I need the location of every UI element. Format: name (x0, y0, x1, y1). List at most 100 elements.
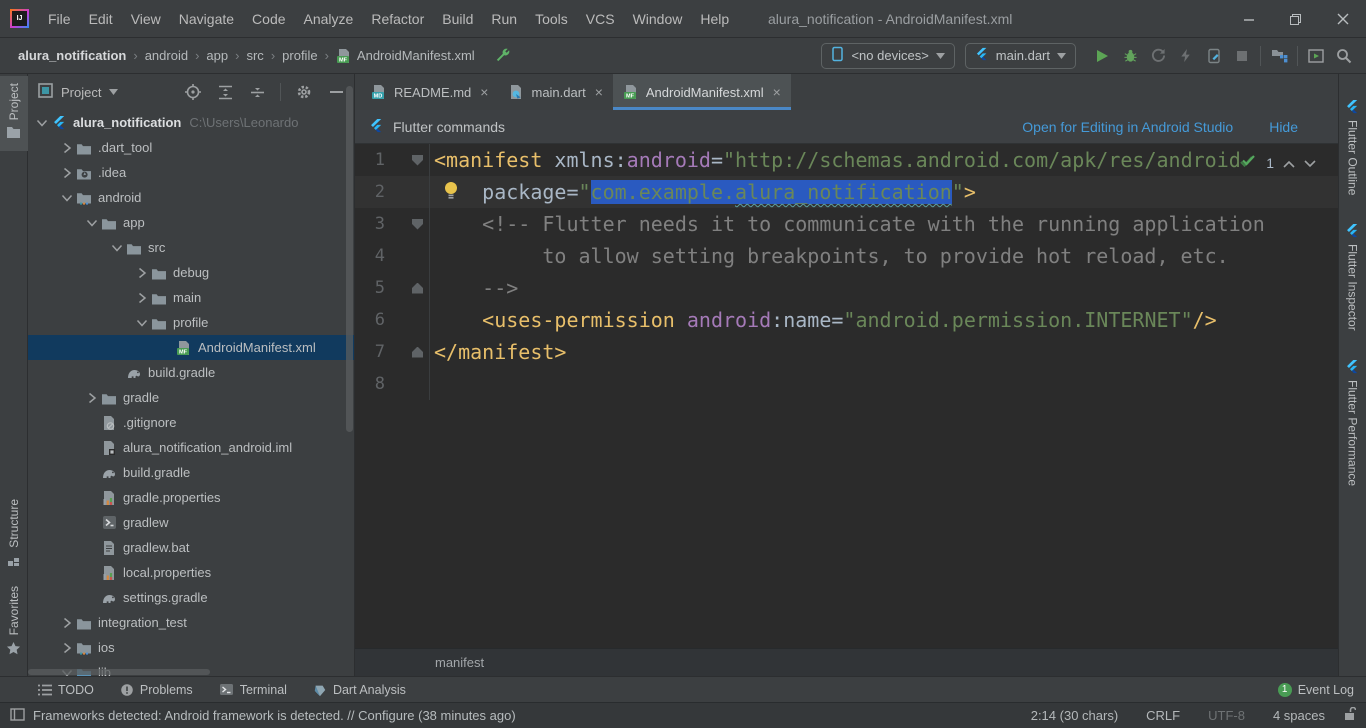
menu-view[interactable]: View (122, 0, 170, 38)
tab-androidmanifest-xml[interactable]: MFAndroidManifest.xml× (613, 74, 791, 110)
gutter[interactable]: 6 (355, 304, 430, 336)
stripe-tab-structure[interactable]: Structure (0, 492, 28, 579)
tree-row-local-properties[interactable]: local.properties (28, 560, 354, 585)
hide-panel-icon[interactable] (324, 80, 348, 104)
code-line-8[interactable]: 8 (355, 368, 1338, 400)
menu-analyze[interactable]: Analyze (295, 0, 363, 38)
fold-marker-icon[interactable] (412, 219, 423, 230)
breadcrumb-file[interactable]: MFAndroidManifest.xml (332, 46, 479, 66)
toolwindow-toggle-icon[interactable] (10, 708, 25, 724)
tree-row-src[interactable]: src (28, 235, 354, 260)
profiler-button[interactable] (1144, 43, 1172, 69)
caret-position[interactable]: 2:14 (30 chars) (1021, 708, 1128, 723)
code-editor[interactable]: 1 1<manifest xmlns:android="http://schem… (355, 144, 1338, 648)
tree-row-android[interactable]: android (28, 185, 354, 210)
fold-marker-icon[interactable] (412, 155, 423, 166)
breadcrumb-android[interactable]: android (141, 46, 192, 65)
gutter[interactable]: 1 (355, 144, 430, 176)
expand-all-icon[interactable] (213, 80, 237, 104)
tree-row-androidmanifest-xml[interactable]: MFAndroidManifest.xml (28, 335, 354, 360)
fold-marker-icon[interactable] (412, 347, 423, 358)
tree-row-gitignore[interactable]: .gitignore (28, 410, 354, 435)
chevron-down-icon[interactable] (33, 115, 50, 131)
toolwindow-terminal[interactable]: Terminal (219, 683, 287, 697)
chevron-down-icon[interactable] (83, 215, 100, 231)
locate-file-icon[interactable] (181, 80, 205, 104)
gutter[interactable]: 8 (355, 368, 430, 400)
debug-button[interactable] (1116, 43, 1144, 69)
menu-edit[interactable]: Edit (80, 0, 122, 38)
gutter[interactable]: 4 (355, 240, 430, 272)
breadcrumb-alura-notification[interactable]: alura_notification (14, 46, 130, 65)
tree-row-gradle-properties[interactable]: gradle.properties (28, 485, 354, 510)
toolwindow-problems[interactable]: Problems (120, 683, 193, 697)
project-structure-icon[interactable] (1265, 43, 1293, 69)
close-tab-icon[interactable]: × (480, 84, 488, 100)
breadcrumb-profile[interactable]: profile (278, 46, 321, 65)
project-panel-title[interactable]: Project (61, 85, 101, 100)
indent-setting[interactable]: 4 spaces (1263, 708, 1335, 723)
menu-help[interactable]: Help (691, 0, 738, 38)
menu-refactor[interactable]: Refactor (362, 0, 433, 38)
code-line-7[interactable]: 7</manifest> (355, 336, 1338, 368)
tree-row-alura-notification[interactable]: alura_notificationC:\Users\Leonardo (28, 110, 354, 135)
run-anything-icon[interactable] (1302, 43, 1330, 69)
tree-row-settings-gradle[interactable]: settings.gradle (28, 585, 354, 610)
editor-breadcrumb[interactable]: manifest (355, 648, 1338, 676)
flutter-wrench-icon[interactable] (489, 43, 517, 69)
intention-bulb-icon[interactable] (443, 181, 461, 201)
stripe-tab-favorites[interactable]: Favorites (0, 579, 28, 668)
menu-file[interactable]: File (39, 0, 80, 38)
chevron-right-icon[interactable] (58, 615, 75, 631)
tree-row-dart-tool[interactable]: .dart_tool (28, 135, 354, 160)
run-button[interactable] (1088, 43, 1116, 69)
chevron-right-icon[interactable] (58, 140, 75, 156)
breadcrumb-app[interactable]: app (202, 46, 232, 65)
status-message[interactable]: Frameworks detected: Android framework i… (33, 708, 516, 723)
menu-navigate[interactable]: Navigate (170, 0, 243, 38)
lock-icon[interactable] (1343, 707, 1356, 724)
tree-row-ios[interactable]: ios (28, 635, 354, 660)
tree-horizontal-scrollbar[interactable] (28, 669, 210, 675)
line-ending[interactable]: CRLF (1136, 708, 1190, 723)
tree-row-build-gradle[interactable]: build.gradle (28, 360, 354, 385)
breadcrumb-manifest[interactable]: manifest (435, 655, 484, 670)
tree-row-gradlew-bat[interactable]: gradlew.bat (28, 535, 354, 560)
chevron-right-icon[interactable] (58, 640, 75, 656)
minimize-button[interactable] (1225, 0, 1272, 38)
flutter-attach-button[interactable] (1200, 43, 1228, 69)
open-in-android-studio-link[interactable]: Open for Editing in Android Studio (1022, 119, 1233, 135)
code-line-4[interactable]: 4 to allow setting breakpoints, to provi… (355, 240, 1338, 272)
menu-tools[interactable]: Tools (526, 0, 577, 38)
lightning-icon[interactable] (1172, 43, 1200, 69)
chevron-right-icon[interactable] (83, 390, 100, 406)
file-encoding[interactable]: UTF-8 (1198, 708, 1255, 723)
breadcrumb-src[interactable]: src (242, 46, 267, 65)
fold-marker-icon[interactable] (412, 283, 423, 294)
tab-main-dart[interactable]: main.dart× (498, 74, 612, 110)
close-tab-icon[interactable]: × (595, 84, 603, 100)
device-selector[interactable]: <no devices> (821, 43, 954, 69)
toolwindow-dart-analysis[interactable]: Dart Analysis (313, 683, 406, 697)
chevron-down-icon[interactable] (108, 240, 125, 256)
code-line-1[interactable]: 1<manifest xmlns:android="http://schemas… (355, 144, 1338, 176)
gutter[interactable]: 7 (355, 336, 430, 368)
chevron-down-icon[interactable] (133, 315, 150, 331)
gutter[interactable]: 5 (355, 272, 430, 304)
menu-build[interactable]: Build (433, 0, 482, 38)
run-config-selector[interactable]: main.dart (965, 43, 1076, 69)
menu-run[interactable]: Run (482, 0, 526, 38)
tree-row-main[interactable]: main (28, 285, 354, 310)
chevron-down-icon[interactable] (58, 190, 75, 206)
collapse-all-icon[interactable] (245, 80, 269, 104)
chevron-right-icon[interactable] (133, 265, 150, 281)
code-line-2[interactable]: 2 package="com.example.alura_notificatio… (355, 176, 1338, 208)
stripe-tab-flutter-inspector[interactable]: Flutter Inspector (1339, 216, 1366, 338)
gutter[interactable]: 2 (355, 176, 430, 208)
tree-row-app[interactable]: app (28, 210, 354, 235)
menu-code[interactable]: Code (243, 0, 294, 38)
gear-icon[interactable] (292, 80, 316, 104)
tree-row-gradle[interactable]: gradle (28, 385, 354, 410)
tree-row-profile[interactable]: profile (28, 310, 354, 335)
toolwindow-todo[interactable]: TODO (38, 683, 94, 697)
